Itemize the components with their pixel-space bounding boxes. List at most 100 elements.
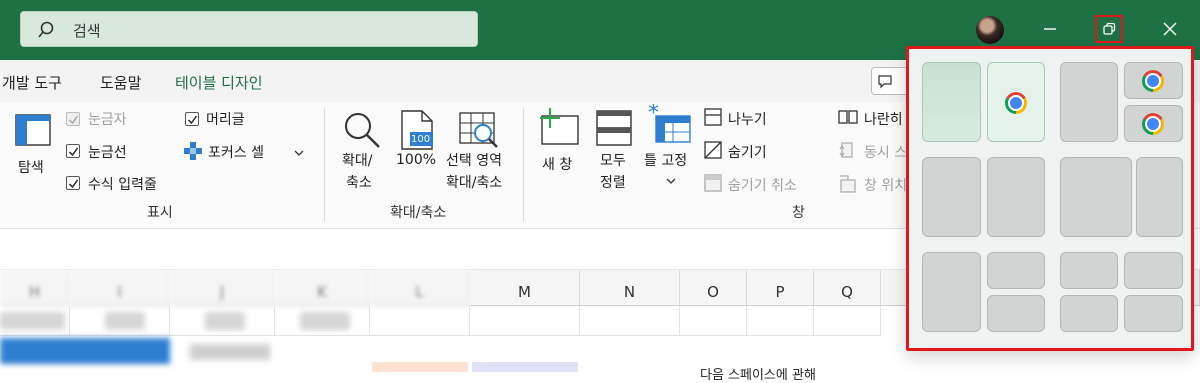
cell[interactable]: [747, 306, 814, 336]
search-box[interactable]: 검색: [20, 11, 478, 47]
cell[interactable]: [814, 306, 881, 336]
snap-layouts-panel: [906, 46, 1194, 351]
snap-zone[interactable]: [1136, 157, 1183, 237]
unhide-label: 숨기기 취소: [728, 178, 797, 194]
snap-zone[interactable]: [922, 252, 981, 332]
formula-bar-checkbox[interactable]: [66, 176, 80, 190]
column-header-l[interactable]: L: [370, 270, 470, 306]
page-100-icon-text: 100: [411, 134, 431, 145]
side-by-side-label: 나란히: [864, 112, 903, 128]
hide-button[interactable]: 숨기기: [704, 141, 794, 165]
snap-zone[interactable]: [922, 62, 981, 142]
comment-button[interactable]: [871, 67, 911, 95]
snap-zone[interactable]: [1060, 295, 1118, 332]
column-header-k[interactable]: K: [275, 270, 370, 306]
zoom-label-1: 확대/: [342, 153, 373, 169]
column-header-h[interactable]: H: [0, 270, 70, 306]
headings-checkbox[interactable]: [185, 112, 199, 126]
headings-label: 머리글: [206, 112, 245, 128]
new-window-button[interactable]: 새 창: [536, 106, 584, 178]
snap-zone[interactable]: [987, 62, 1045, 142]
minimize-button[interactable]: [1035, 14, 1065, 44]
zoom-to-selection-button[interactable]: 선택 영역 확대/축소: [444, 108, 514, 198]
column-header-i[interactable]: I: [70, 270, 170, 306]
focus-cell-button[interactable]: 포커스 셀: [184, 140, 306, 164]
close-button[interactable]: [1155, 14, 1185, 44]
reset-position-icon: [840, 175, 856, 193]
zoom-label-2: 축소: [346, 175, 372, 191]
split-button[interactable]: 나누기: [704, 108, 794, 132]
ruler-label: 눈금자: [88, 112, 127, 128]
tab-developer[interactable]: 개발 도구: [2, 72, 62, 93]
side-by-side-icon: [838, 110, 858, 124]
column-header-o[interactable]: O: [680, 270, 747, 306]
avatar[interactable]: [976, 16, 1004, 44]
snap-zone[interactable]: [1124, 105, 1183, 142]
snap-zone[interactable]: [1060, 252, 1118, 289]
magnifier-icon: [345, 113, 380, 148]
reset-window-position-button[interactable]: 창 위치: [838, 174, 908, 198]
blurred-cell-content: [0, 312, 65, 330]
gridlines-label: 눈금선: [88, 145, 127, 161]
zoom-button[interactable]: 확대/ 축소: [336, 108, 386, 198]
unhide-button[interactable]: 숨기기 취소: [704, 174, 814, 198]
navigation-pane-icon: [15, 114, 51, 146]
arrange-all-label-1: 모두: [600, 153, 626, 169]
freeze-panes-icon: *: [648, 104, 691, 143]
snap-zone[interactable]: [1124, 62, 1183, 99]
chrome-icon: [1142, 70, 1164, 92]
cell[interactable]: [680, 306, 747, 336]
column-header-p[interactable]: P: [747, 270, 814, 306]
new-window-label: 새 창: [542, 157, 573, 173]
ribbon-divider: [523, 108, 524, 222]
restore-button[interactable]: [1095, 15, 1123, 43]
tab-table-design[interactable]: 테이블 디자인: [175, 72, 263, 93]
zoom-100-label: 100%: [396, 152, 437, 168]
cell[interactable]: [580, 306, 680, 336]
sync-scroll-button[interactable]: 동시 스: [838, 141, 907, 165]
ruler-checkbox[interactable]: [66, 112, 80, 126]
column-header-m[interactable]: M: [470, 270, 580, 306]
freeze-panes-button[interactable]: * 틀 고정: [642, 104, 696, 194]
snap-zone[interactable]: [1124, 252, 1183, 289]
formula-bar-label: 수식 입력줄: [88, 177, 157, 193]
navigate-button[interactable]: 탐색: [10, 110, 56, 180]
group-label-window: 창: [792, 205, 805, 221]
snap-zone[interactable]: [922, 157, 981, 237]
blurred-cell-content: [105, 312, 145, 330]
snap-zone[interactable]: [1124, 295, 1183, 332]
freeze-panes-label: 틀 고정: [644, 153, 688, 169]
reset-position-label: 창 위치: [864, 178, 908, 194]
new-window-icon: [540, 108, 579, 145]
gridlines-checkbox[interactable]: [66, 144, 80, 158]
tab-help[interactable]: 도움말: [100, 72, 141, 93]
group-label-zoom: 확대/축소: [390, 205, 447, 221]
blurred-cell-content: [205, 312, 245, 330]
minimize-icon: [1044, 28, 1056, 30]
side-by-side-button[interactable]: 나란히: [838, 108, 906, 132]
column-header-j[interactable]: J: [170, 270, 275, 306]
zoom-100-button[interactable]: 100 100%: [394, 108, 440, 178]
snap-zone[interactable]: [987, 252, 1045, 289]
cell[interactable]: [470, 306, 580, 336]
arrange-all-label-2: 정렬: [600, 175, 626, 191]
snap-zone[interactable]: [987, 157, 1045, 237]
close-icon: [1163, 22, 1177, 36]
sync-scroll-icon: [839, 142, 853, 158]
zoom-selection-label-2: 확대/축소: [446, 175, 503, 191]
blurred-selection: [0, 338, 170, 364]
snap-zone[interactable]: [1060, 157, 1132, 237]
column-header-n[interactable]: N: [580, 270, 680, 306]
cell-fill: [372, 362, 468, 372]
cell[interactable]: [370, 306, 470, 336]
arrange-all-button[interactable]: 모두 정렬: [594, 108, 636, 198]
restore-icon: [1103, 22, 1116, 35]
cell-fill: [472, 362, 578, 372]
chevron-down-icon: [294, 150, 304, 156]
search-placeholder: 검색: [73, 22, 101, 40]
snap-zone[interactable]: [987, 295, 1045, 332]
snap-zone[interactable]: [1060, 62, 1118, 142]
group-label-show: 표시: [147, 205, 173, 221]
column-header-q[interactable]: Q: [814, 270, 881, 306]
focus-cell-label: 포커스 셀: [208, 145, 264, 161]
